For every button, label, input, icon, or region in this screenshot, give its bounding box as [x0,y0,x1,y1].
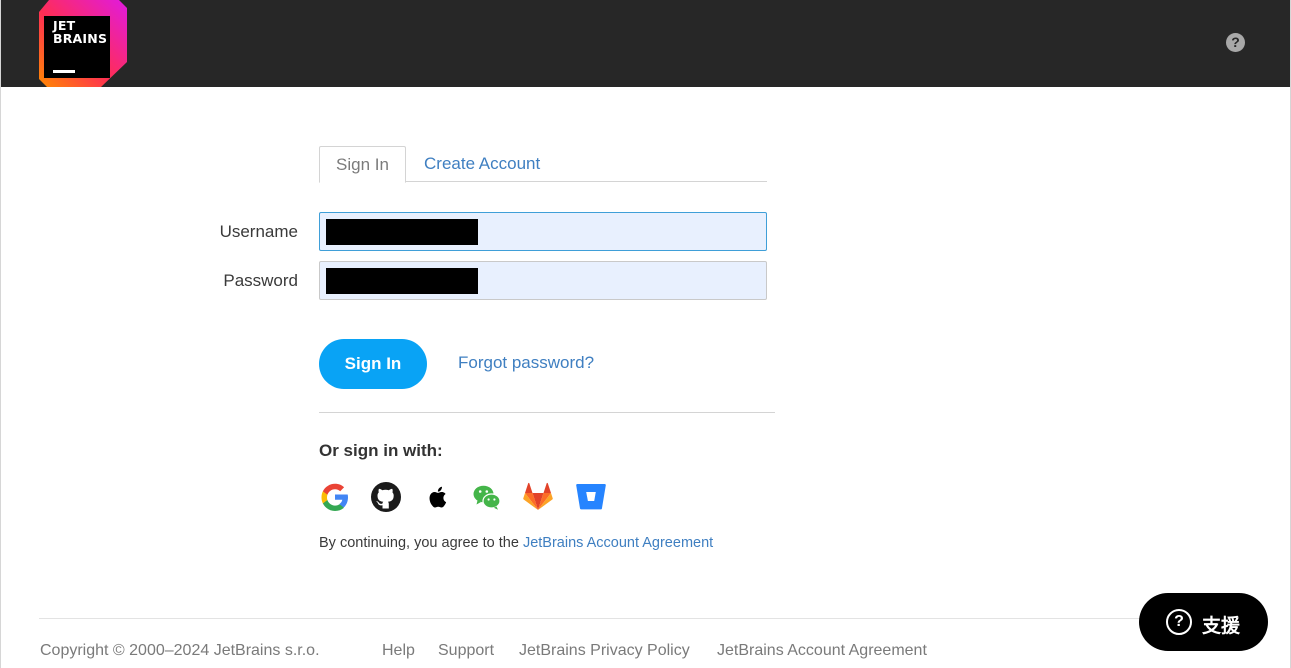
footer-privacy-link[interactable]: JetBrains Privacy Policy [519,642,690,660]
support-widget-button[interactable]: ? 支援 [1139,593,1268,651]
footer-divider [39,618,1253,619]
footer-agreement-link[interactable]: JetBrains Account Agreement [717,642,927,660]
footer-help-link[interactable]: Help [382,642,415,660]
bitbucket-icon[interactable] [575,481,607,513]
help-icon[interactable]: ? [1226,33,1245,52]
page: JET BRAINS ? Sign In Create Account User… [0,0,1291,668]
top-header: JET BRAINS ? [1,0,1290,87]
footer-copyright: Copyright © 2000–2024 JetBrains s.r.o. [40,642,320,659]
logo-text: JET BRAINS [53,19,107,45]
divider [319,412,775,413]
gitlab-icon[interactable] [522,481,554,513]
jetbrains-logo[interactable]: JET BRAINS [39,0,127,87]
auth-tabs: Sign In Create Account [319,146,767,183]
support-widget-label: 支援 [1202,615,1241,637]
password-field[interactable] [319,261,767,300]
agreement-link[interactable]: JetBrains Account Agreement [523,535,713,551]
username-field[interactable] [319,212,767,251]
agreement-text: By continuing, you agree to the JetBrain… [319,535,713,551]
apple-icon[interactable] [421,481,453,513]
logo-text-line2: BRAINS [53,31,108,46]
sign-in-button[interactable]: Sign In [319,339,427,389]
footer-support-link[interactable]: Support [438,642,494,660]
tab-create-account[interactable]: Create Account [424,146,540,182]
social-heading: Or sign in with: [319,441,443,460]
question-icon: ? [1166,609,1192,635]
github-icon[interactable] [370,481,402,513]
wechat-icon[interactable] [471,481,503,513]
username-label: Username [219,222,298,241]
password-label: Password [223,271,298,290]
google-icon[interactable] [319,481,351,513]
agreement-prefix: By continuing, you agree to the [319,535,523,551]
tab-sign-in[interactable]: Sign In [319,146,406,183]
redaction-box [326,268,478,294]
forgot-password-link[interactable]: Forgot password? [458,353,594,373]
redaction-box [326,219,478,245]
